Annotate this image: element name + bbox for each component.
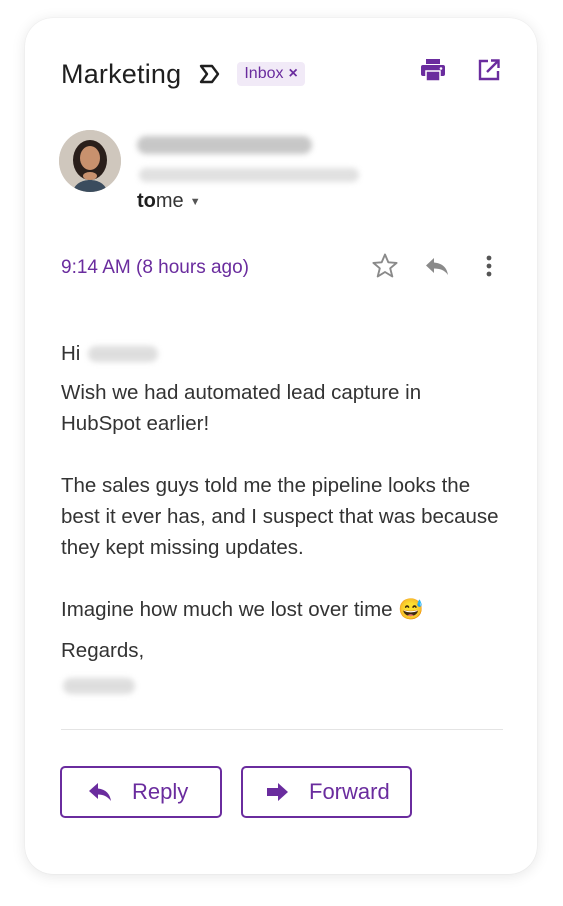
print-icon[interactable]	[419, 56, 447, 84]
recipient-prefix: to	[137, 190, 156, 212]
forward-button-label: Forward	[309, 779, 390, 804]
reply-forward-row: Reply Forward	[60, 766, 412, 818]
sender-email-redacted	[139, 168, 359, 182]
body-paragraph-3: Imagine how much we lost over time 😅	[61, 598, 424, 621]
sender-avatar[interactable]	[59, 130, 121, 192]
star-icon[interactable]	[371, 252, 399, 280]
message-timestamp: 9:14 AM (8 hours ago)	[61, 257, 249, 278]
message-meta-row: 9:14 AM (8 hours ago)	[61, 253, 503, 280]
recipient-name: me	[155, 190, 184, 212]
remove-label-icon[interactable]: ×	[289, 65, 298, 83]
more-vertical-icon[interactable]	[475, 252, 503, 280]
important-marker-icon[interactable]	[197, 61, 223, 87]
body-paragraph-1: Wish we had automated lead capture in Hu…	[61, 381, 422, 435]
greeting-name-redacted	[88, 345, 159, 362]
recipient-details-dropdown-icon[interactable]: ▼	[190, 196, 201, 208]
reply-icon[interactable]	[423, 252, 451, 280]
reply-button-label: Reply	[132, 779, 189, 804]
inbox-label-chip: Inbox ×	[237, 62, 305, 86]
divider	[61, 729, 503, 730]
greeting-word: Hi	[61, 342, 81, 365]
recipient-line[interactable]: to me ▼	[137, 190, 201, 213]
signature-redacted	[63, 678, 135, 694]
sender-block: to me ▼	[59, 126, 507, 216]
reply-arrow-icon	[88, 781, 112, 803]
email-subject: Marketing	[61, 58, 182, 89]
forward-arrow-icon	[265, 781, 289, 803]
greeting-line: Hi	[61, 338, 501, 369]
open-in-new-icon[interactable]	[475, 56, 503, 84]
reply-button[interactable]: Reply	[60, 766, 222, 818]
email-body: Hi Wish we had automated lead capture in…	[61, 338, 501, 694]
body-paragraph-2: The sales guys told me the pipeline look…	[61, 474, 499, 559]
email-card: Marketing Inbox × to me ▼ 9:14 AM (8 hou…	[25, 18, 537, 874]
header-actions	[419, 56, 503, 84]
closing-line: Regards,	[61, 639, 145, 662]
sender-name-redacted	[137, 136, 312, 154]
inbox-label-text: Inbox	[244, 65, 284, 82]
message-actions	[371, 252, 503, 280]
forward-button[interactable]: Forward	[241, 766, 412, 818]
